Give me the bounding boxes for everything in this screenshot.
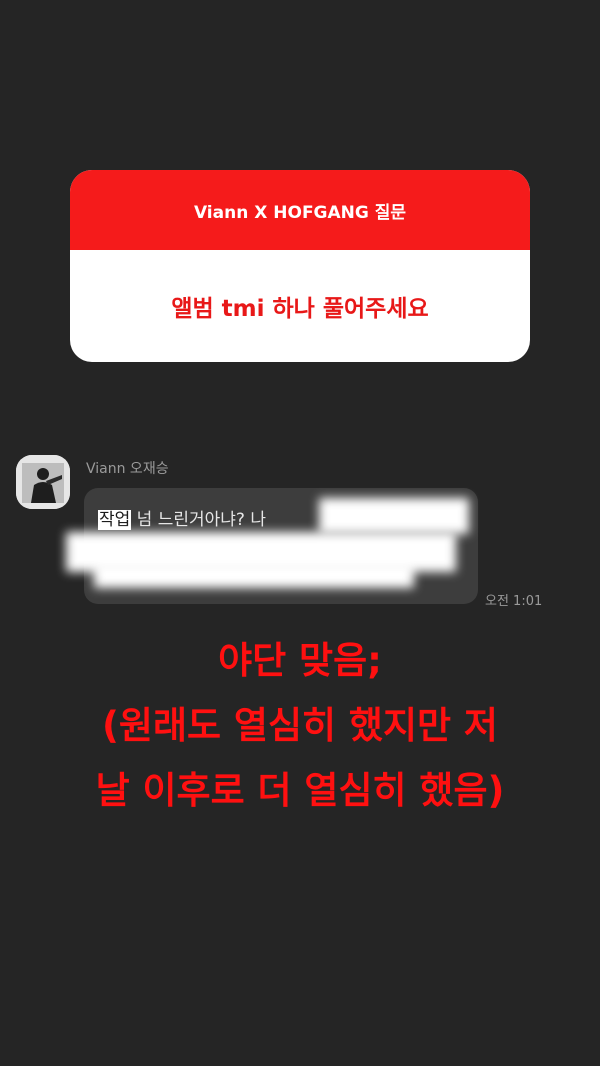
question-sticker-text: 앨범 tmi 하나 풀어주세요 [171,296,429,322]
caption-line-1: 야단 맞음; [218,639,382,682]
question-sticker-header: Viann X HOFGANG 질문 [70,170,530,250]
redaction-mark [94,562,414,588]
caption-line-3: 날 이후로 더 열심히 했음) [95,769,505,812]
message-bubble: 작업 넘 느린거아냐? 나 [66,488,478,604]
avatar[interactable] [16,455,70,509]
message-highlight: 작업 [98,510,132,530]
redaction-mark [319,498,469,534]
message-timestamp: 오전 1:01 [485,594,543,609]
caption-line-2: (원래도 열심히 했지만 저 [102,704,498,747]
question-sticker: Viann X HOFGANG 질문 앨범 tmi 하나 풀어주세요 [70,170,530,362]
profile-photo-icon [16,455,70,509]
sender-name: Viann 오재승 [86,461,169,477]
message-body: 넘 느린거아냐? 나 [131,510,266,530]
message-text: 작업 넘 느린거아냐? 나 [98,505,266,530]
